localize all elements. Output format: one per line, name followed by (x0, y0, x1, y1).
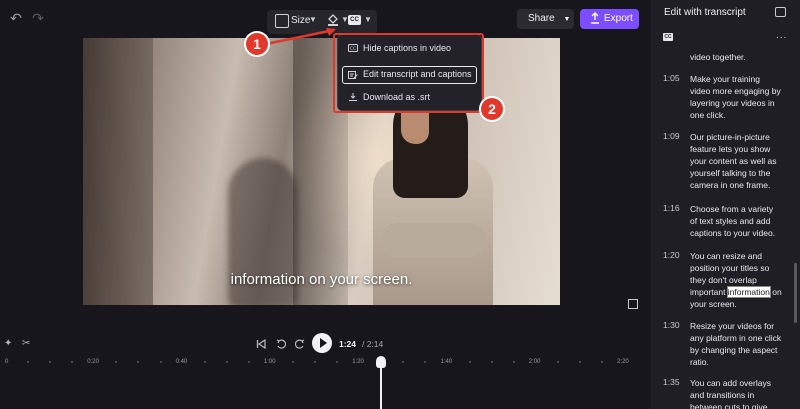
tick-dot (291, 361, 294, 363)
video-caption: information on your screen. (230, 271, 413, 288)
tick-dot (578, 361, 581, 363)
rewind-5s-icon[interactable] (276, 339, 286, 349)
panel-title: Edit with transcript (664, 7, 746, 18)
tick-dot (203, 361, 206, 363)
panel-scrollbar[interactable] (794, 263, 797, 323)
transcript-text[interactable]: You can add overlays and transitions in … (690, 377, 782, 409)
collapse-panel-icon[interactable] (775, 7, 786, 17)
chevron-down-icon[interactable]: ▼ (364, 15, 372, 24)
export-label: Export (604, 13, 633, 24)
transcript-text[interactable]: Make your training video more engaging b… (690, 73, 782, 121)
tick-dot (556, 361, 559, 363)
tick-dot (159, 361, 162, 363)
tick-dot (225, 361, 228, 363)
total-time: / 2:14 (362, 339, 384, 349)
chevron-down-icon[interactable]: ▼ (309, 15, 317, 24)
transcript-text[interactable]: video together. (690, 51, 782, 63)
tick-label: 1:00 (263, 359, 276, 365)
captions-icon[interactable]: CC (348, 15, 361, 25)
share-label: Share (528, 13, 555, 24)
tick-dot (468, 361, 471, 363)
transcript-text[interactable]: Our picture-in-picture feature lets you … (690, 131, 782, 191)
forward-5s-icon[interactable] (295, 339, 305, 349)
captions-icon: CC (663, 33, 673, 41)
scissors-icon[interactable]: ✂ (22, 338, 30, 349)
timestamp[interactable]: 1:30 (663, 320, 680, 330)
skip-back-icon[interactable] (256, 339, 266, 349)
tick-label: 0:20 (87, 359, 99, 365)
annotation-arrow (265, 28, 336, 46)
more-options-icon[interactable]: ... (776, 30, 787, 41)
size-button[interactable]: Size (291, 15, 310, 26)
tick-label: 0:40 (175, 359, 188, 365)
share-button[interactable]: Share ▼ (517, 9, 574, 29)
timestamp[interactable]: 1:20 (663, 250, 680, 260)
play-button[interactable] (312, 333, 332, 353)
tick-label: 1:20 (352, 359, 364, 365)
highlighted-word[interactable]: information (726, 286, 771, 298)
playhead-line[interactable] (380, 366, 382, 409)
tick-label: 0 (5, 359, 9, 365)
tick-dot (601, 361, 604, 363)
magic-tools-icon[interactable]: ✦ (4, 338, 12, 349)
annotation-highlight-box (333, 33, 484, 113)
transcript-list[interactable]: video together. 1:05 Make your training … (651, 47, 793, 409)
tick-label: 1:40 (440, 359, 453, 365)
video-shadow (83, 38, 153, 305)
annotation-badge-1: 1 (246, 33, 268, 55)
fullscreen-icon[interactable] (628, 299, 638, 309)
tick-label: 2:20 (617, 359, 629, 365)
timestamp[interactable]: 1:16 (663, 203, 680, 213)
export-button[interactable]: Export (580, 9, 639, 29)
transcript-text[interactable]: Choose from a variety of text styles and… (690, 203, 782, 239)
video-preview[interactable]: information on your screen. (83, 38, 560, 305)
tick-label: 2:00 (528, 359, 541, 365)
tick-dot (490, 361, 493, 363)
timestamp[interactable]: 1:09 (663, 131, 680, 141)
undo-icon[interactable]: ↶ (8, 10, 24, 26)
transcript-text[interactable]: Resize your videos for any platform in o… (690, 320, 782, 368)
timestamp[interactable]: 1:05 (663, 73, 680, 83)
redo-icon[interactable]: ↷ (30, 10, 46, 26)
fill-icon[interactable] (327, 13, 339, 27)
upload-icon (591, 12, 599, 24)
annotation-badge-2: 2 (481, 98, 503, 120)
chevron-down-icon: ▼ (563, 16, 571, 23)
timestamp[interactable]: 1:35 (663, 377, 680, 387)
tick-dot (247, 361, 250, 363)
transcript-text[interactable]: You can resize and position your titles … (690, 250, 782, 310)
person-arms (381, 223, 486, 257)
current-time: 1:24 (339, 339, 357, 349)
tick-dot (512, 361, 515, 363)
